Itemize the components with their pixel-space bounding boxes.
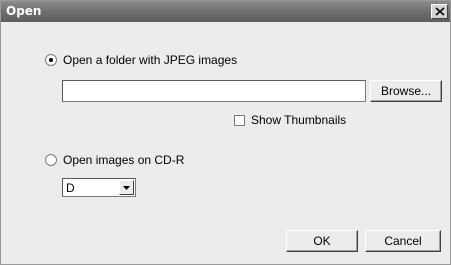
drive-select-arrow[interactable]	[119, 180, 134, 195]
radio-folder[interactable]	[45, 54, 57, 66]
drive-select-value: D	[66, 181, 75, 195]
radio-cd[interactable]	[45, 154, 57, 166]
cancel-button-label: Cancel	[384, 234, 422, 248]
close-icon	[435, 7, 445, 16]
show-thumbnails-option[interactable]: Show Thumbnails	[234, 113, 346, 127]
browse-button[interactable]: Browse...	[370, 80, 442, 102]
radio-folder-label: Open a folder with JPEG images	[63, 53, 238, 67]
ok-button[interactable]: OK	[286, 230, 358, 252]
radio-cd-option[interactable]: Open images on CD-R	[45, 153, 184, 167]
dialog-title: Open	[6, 4, 42, 18]
chevron-down-icon	[123, 186, 130, 190]
ok-button-label: OK	[313, 234, 331, 248]
close-button[interactable]	[431, 4, 448, 19]
folder-path-input[interactable]	[62, 80, 366, 102]
radio-cd-label: Open images on CD-R	[63, 153, 185, 167]
browse-button-label: Browse...	[380, 84, 431, 98]
cancel-button[interactable]: Cancel	[365, 230, 441, 252]
radio-folder-option[interactable]: Open a folder with JPEG images	[45, 53, 237, 67]
show-thumbnails-checkbox[interactable]	[234, 114, 245, 126]
open-dialog: Open Open a folder with JPEG images Brow…	[0, 0, 451, 265]
show-thumbnails-label: Show Thumbnails	[251, 113, 347, 127]
drive-select[interactable]: D	[62, 178, 136, 197]
title-bar[interactable]: Open	[1, 1, 450, 22]
